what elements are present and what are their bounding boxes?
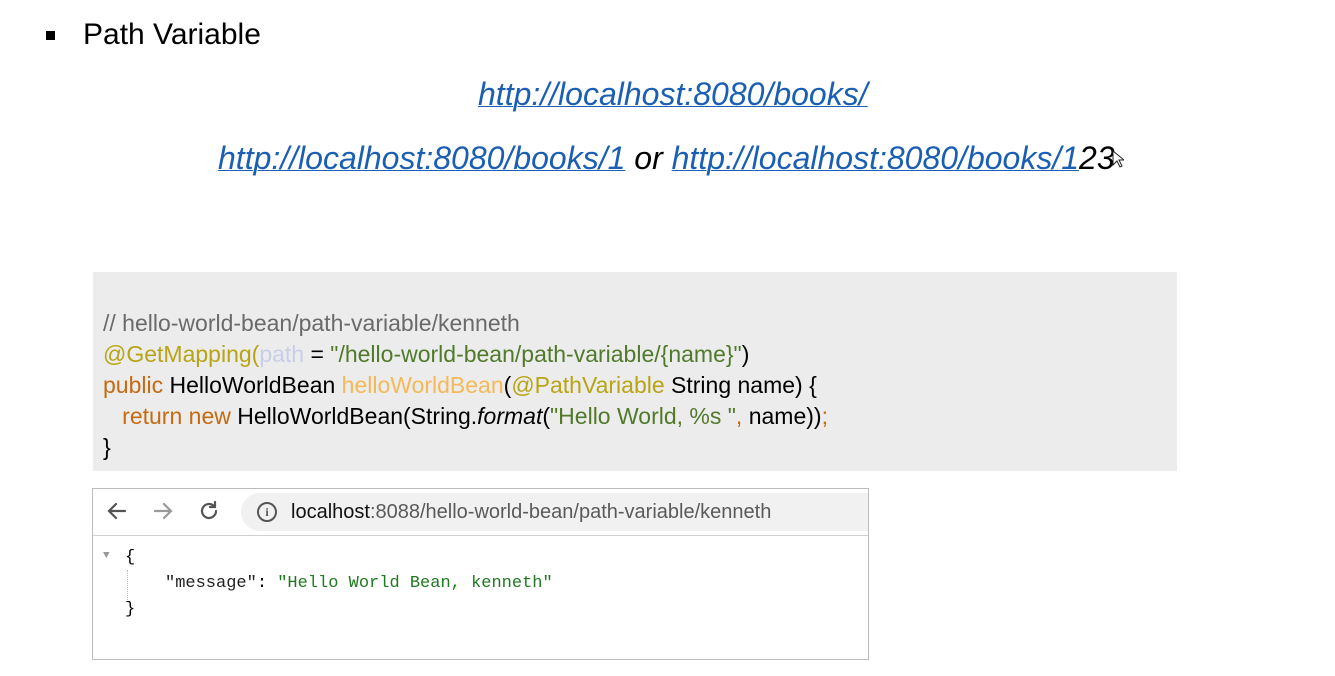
format-args: name)): [742, 403, 822, 429]
books-list-link[interactable]: http://localhost:8080/books/: [478, 76, 868, 112]
reload-icon: [200, 500, 218, 520]
book-id-link-line: http://localhost:8080/books/1 or http://…: [218, 140, 1335, 177]
public-keyword: public: [103, 372, 164, 398]
path-value: "/hello-world-bean/path-variable/{name}": [330, 341, 742, 367]
or-text: or: [634, 140, 663, 176]
format-string: "Hello World, %s ": [550, 403, 736, 429]
address-bar[interactable]: i localhost:8088/hello-world-bean/path-v…: [241, 493, 868, 531]
constructor-call: HelloWorldBean(String.: [230, 403, 478, 429]
method-name: helloWorldBean: [341, 372, 504, 398]
json-key: "message": [165, 574, 257, 593]
url-text[interactable]: localhost:8088/hello-world-bean/path-var…: [291, 501, 771, 524]
book-1-link[interactable]: http://localhost:8080/books/1: [218, 140, 625, 176]
method-params: String name) {: [664, 372, 817, 398]
triangle-down-icon[interactable]: ▼: [103, 550, 110, 562]
url-host: localhost: [291, 500, 370, 523]
path-param: path: [259, 341, 305, 367]
back-button[interactable]: [103, 497, 131, 525]
code-block: // hello-world-bean/path-variable/kennet…: [93, 272, 1177, 471]
code-comment: // hello-world-bean/path-variable/kennet…: [103, 310, 520, 336]
book-123-link[interactable]: http://localhost:8080/books/1: [672, 140, 1079, 176]
return-type: HelloWorldBean: [163, 372, 342, 398]
square-bullet-icon: [46, 30, 55, 40]
path-variable-annotation: @PathVariable: [511, 372, 665, 398]
bullet-heading: Path Variable: [46, 14, 261, 56]
new-keyword: new: [182, 403, 231, 429]
mouse-cursor-icon: [1112, 149, 1126, 173]
slide-title: Path Variable: [83, 18, 261, 51]
semicolon: ;: [821, 403, 828, 429]
format-open: (: [542, 403, 551, 429]
forward-button[interactable]: [149, 497, 177, 525]
json-message-line: "message": "Hello World Bean, kenneth": [165, 574, 553, 593]
info-icon[interactable]: i: [257, 502, 277, 522]
json-colon: :: [256, 574, 278, 593]
browser-window: i localhost:8088/hello-world-bean/path-v…: [92, 488, 869, 660]
annotation-close: ): [741, 341, 750, 367]
code-text: // hello-world-bean/path-variable/kennet…: [103, 308, 828, 463]
get-mapping-annotation: @GetMapping(: [103, 341, 260, 367]
reload-button[interactable]: [195, 497, 223, 525]
browser-toolbar: i localhost:8088/hello-world-bean/path-v…: [93, 489, 868, 536]
closing-brace: }: [103, 434, 111, 460]
arrow-right-icon: [153, 502, 173, 520]
json-open-brace: {: [125, 548, 136, 567]
book-123-tail: 23: [1079, 140, 1115, 176]
indent-guide: [127, 570, 128, 600]
url-path: :8088/hello-world-bean/path-variable/ken…: [369, 500, 772, 523]
books-link-line: http://localhost:8080/books/: [478, 76, 1335, 113]
json-value: "Hello World Bean, kenneth": [277, 574, 553, 593]
json-close-brace: }: [125, 600, 136, 619]
path-eq: =: [304, 341, 331, 367]
return-keyword: return: [122, 403, 183, 429]
arrow-left-icon: [107, 502, 127, 520]
format-call: format: [477, 403, 543, 429]
